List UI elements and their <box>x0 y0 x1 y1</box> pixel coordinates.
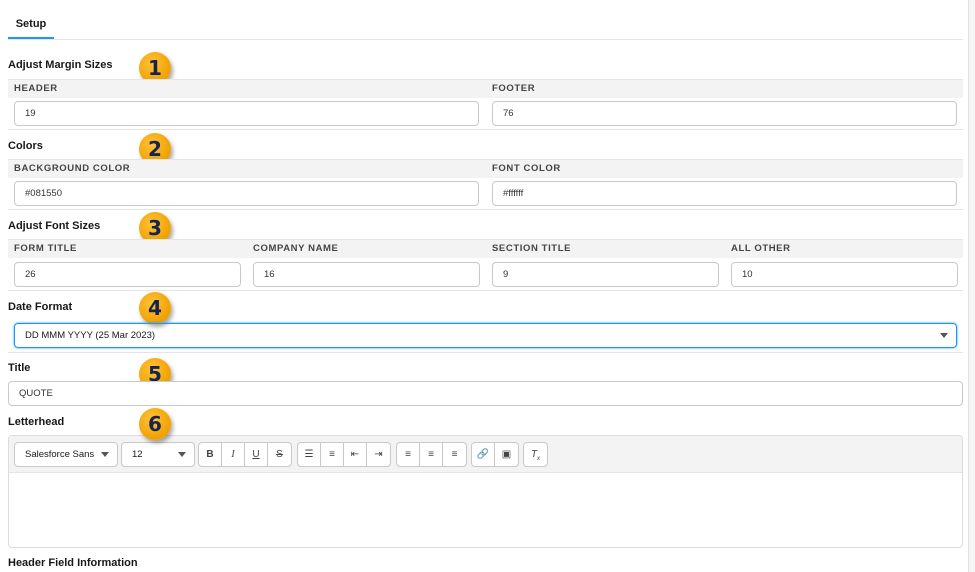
image-icon[interactable]: ▣ <box>495 443 518 466</box>
divider <box>8 290 963 291</box>
section-title-size-input[interactable]: 9 <box>492 262 719 287</box>
font-family-value: Salesforce Sans <box>25 449 95 460</box>
section-title-colors: Colors <box>8 140 43 152</box>
divider <box>8 209 963 210</box>
font-color-label: FONT COLOR <box>492 163 561 174</box>
header-label: HEADER <box>14 83 58 94</box>
date-format-value: DD MMM YYYY (25 Mar 2023) <box>25 330 156 341</box>
scrollbar[interactable] <box>968 0 975 572</box>
insert-group: 🔗 ▣ <box>471 442 519 467</box>
font-family-dropdown[interactable]: Salesforce Sans <box>14 442 118 467</box>
form-title-label: FORM TITLE <box>14 243 77 254</box>
align-group: ≡ ≡ ≡ <box>396 442 467 467</box>
list-group: ☰ ≡ ⇤ ⇥ <box>297 442 391 467</box>
section-title-title: Title <box>8 362 31 374</box>
font-size-value: 12 <box>132 449 143 460</box>
tab-setup[interactable]: Setup <box>8 14 54 39</box>
bulleted-list-icon[interactable]: ☰ <box>298 443 321 466</box>
letterhead-content-area[interactable] <box>9 473 962 547</box>
bold-icon[interactable]: B <box>199 443 222 466</box>
margins-label-band <box>8 79 963 98</box>
italic-icon[interactable]: I <box>222 443 245 466</box>
section-title-letterhead: Letterhead <box>8 416 65 428</box>
header-margin-input[interactable]: 19 <box>14 101 479 126</box>
all-other-label: ALL OTHER <box>731 243 791 254</box>
align-center-icon[interactable]: ≡ <box>420 443 443 466</box>
chevron-down-icon <box>940 333 948 338</box>
section-title-margins: Adjust Margin Sizes <box>8 59 113 71</box>
section-title-font-sizes: Adjust Font Sizes <box>8 220 101 232</box>
font-size-dropdown[interactable]: 12 <box>121 442 195 467</box>
clear-group: Tx <box>523 442 548 467</box>
numbered-list-icon[interactable]: ≡ <box>321 443 344 466</box>
background-color-input[interactable]: #081550 <box>14 181 479 206</box>
font-color-input[interactable]: #ffffff <box>492 181 957 206</box>
step-badge-6: 6 <box>139 408 171 440</box>
chevron-down-icon <box>101 452 109 457</box>
editor-toolbar: Salesforce Sans 12 B I U S ☰ ≡ ⇤ ⇥ ≡ ≡ ≡… <box>9 436 962 473</box>
strikethrough-icon[interactable]: S <box>268 443 291 466</box>
fonts-label-band <box>8 239 963 258</box>
clear-formatting-icon[interactable]: Tx <box>524 443 547 466</box>
colors-label-band <box>8 159 963 178</box>
step-badge-4: 4 <box>139 292 171 324</box>
all-other-size-input[interactable]: 10 <box>731 262 958 287</box>
footer-label: FOOTER <box>492 83 536 94</box>
section-title-date-format: Date Format <box>8 301 73 313</box>
divider <box>8 352 963 353</box>
align-right-icon[interactable]: ≡ <box>443 443 466 466</box>
chevron-down-icon <box>178 452 186 457</box>
date-format-select[interactable]: DD MMM YYYY (25 Mar 2023) <box>14 323 957 348</box>
footer-margin-input[interactable]: 76 <box>492 101 957 126</box>
form-title-size-input[interactable]: 26 <box>14 262 241 287</box>
divider <box>8 129 963 130</box>
title-input[interactable]: QUOTE <box>8 381 963 406</box>
company-name-label: COMPANY NAME <box>253 243 339 254</box>
link-icon[interactable]: 🔗 <box>472 443 495 466</box>
tab-divider <box>8 39 963 40</box>
format-group: B I U S <box>198 442 292 467</box>
company-name-size-input[interactable]: 16 <box>253 262 480 287</box>
align-left-icon[interactable]: ≡ <box>397 443 420 466</box>
background-color-label: BACKGROUND COLOR <box>14 163 131 174</box>
section-title-header-field-information: Header Field Information <box>8 557 138 569</box>
outdent-icon[interactable]: ⇤ <box>344 443 367 466</box>
indent-icon[interactable]: ⇥ <box>367 443 390 466</box>
letterhead-editor: Salesforce Sans 12 B I U S ☰ ≡ ⇤ ⇥ ≡ ≡ ≡… <box>8 435 963 548</box>
section-title-label: SECTION TITLE <box>492 243 572 254</box>
underline-icon[interactable]: U <box>245 443 268 466</box>
